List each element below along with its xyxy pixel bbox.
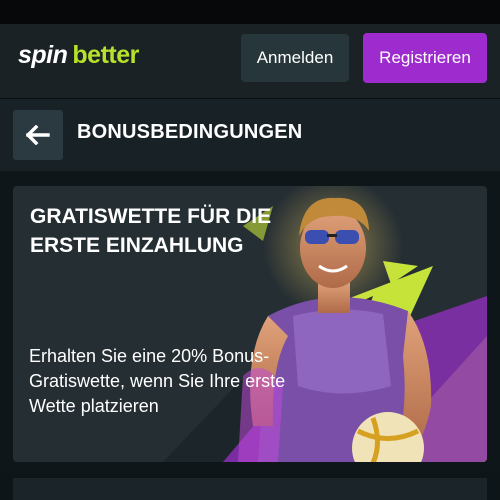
promo-title: GRATISWETTE FÜR DIE ERSTE EINZAHLUNG [30, 205, 272, 257]
next-card-edge [13, 478, 487, 500]
page-title: BONUSBEDINGUNGEN [77, 121, 303, 143]
back-button[interactable] [13, 110, 63, 160]
status-bar [0, 0, 500, 24]
promo-card: GRATISWETTE FÜR DIE ERSTE EINZAHLUNG Erh… [13, 186, 487, 462]
register-button[interactable]: Registrieren [363, 33, 487, 83]
promo-description: Erhalten Sie eine 20% Bonus-Gratiswette,… [29, 346, 286, 416]
spinbetter-logo[interactable]: spin better [18, 41, 139, 79]
arrow-left-icon [26, 125, 50, 145]
logo-part-better: better [72, 41, 139, 69]
logo-part-spin: spin [18, 41, 68, 69]
login-button[interactable]: Anmelden [241, 34, 349, 82]
